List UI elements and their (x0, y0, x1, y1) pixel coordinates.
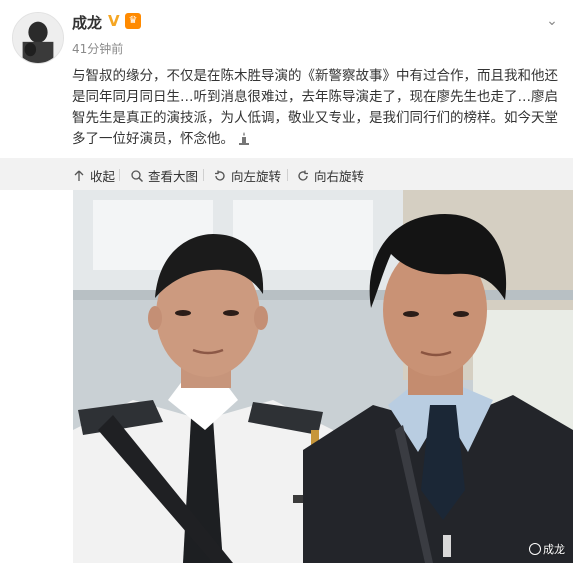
view-large-button[interactable]: 查看大图 (130, 166, 198, 185)
post-text: 与智叔的缘分，不仅是在陈木胜导演的《新警察故事》中有过合作，而且我和他还是同年同… (72, 66, 568, 150)
post-header: 成龙 V ♛ 41分钟前 ⌄ (0, 0, 573, 64)
rotate-left-button[interactable]: 向左旋转 (213, 166, 281, 185)
collapse-icon (72, 169, 86, 183)
post-image[interactable]: 成龙 (73, 190, 573, 563)
post-photo (73, 190, 573, 563)
zoom-icon (130, 169, 144, 183)
post-body: 与智叔的缘分，不仅是在陈木胜导演的《新警察故事》中有过合作，而且我和他还是同年同… (72, 68, 558, 147)
divider (119, 169, 120, 181)
rotate-right-icon (296, 169, 310, 183)
candle-emoji-icon (236, 130, 252, 146)
watermark-text: 成龙 (543, 543, 565, 556)
photo-watermark: 成龙 (529, 541, 565, 557)
rotate-right-button[interactable]: 向右旋转 (296, 166, 364, 185)
image-toolbar: 收起 查看大图 向左旋转 向右旋转 (0, 158, 573, 190)
vip-icon[interactable]: ♛ (125, 13, 141, 29)
divider (203, 169, 204, 181)
divider (287, 169, 288, 181)
rotate-left-icon (213, 169, 227, 183)
chevron-down-icon[interactable]: ⌄ (543, 12, 561, 30)
avatar[interactable] (12, 12, 64, 64)
rotate-right-label: 向右旋转 (314, 169, 365, 184)
collapse-label: 收起 (90, 169, 116, 184)
username[interactable]: 成龙 (72, 12, 102, 33)
view-large-label: 查看大图 (148, 169, 199, 184)
collapse-button[interactable]: 收起 (72, 166, 115, 185)
verified-icon: V (108, 12, 120, 30)
rotate-left-label: 向左旋转 (231, 169, 282, 184)
post-timestamp[interactable]: 41分钟前 (72, 40, 123, 57)
weibo-watermark-icon (529, 543, 541, 555)
